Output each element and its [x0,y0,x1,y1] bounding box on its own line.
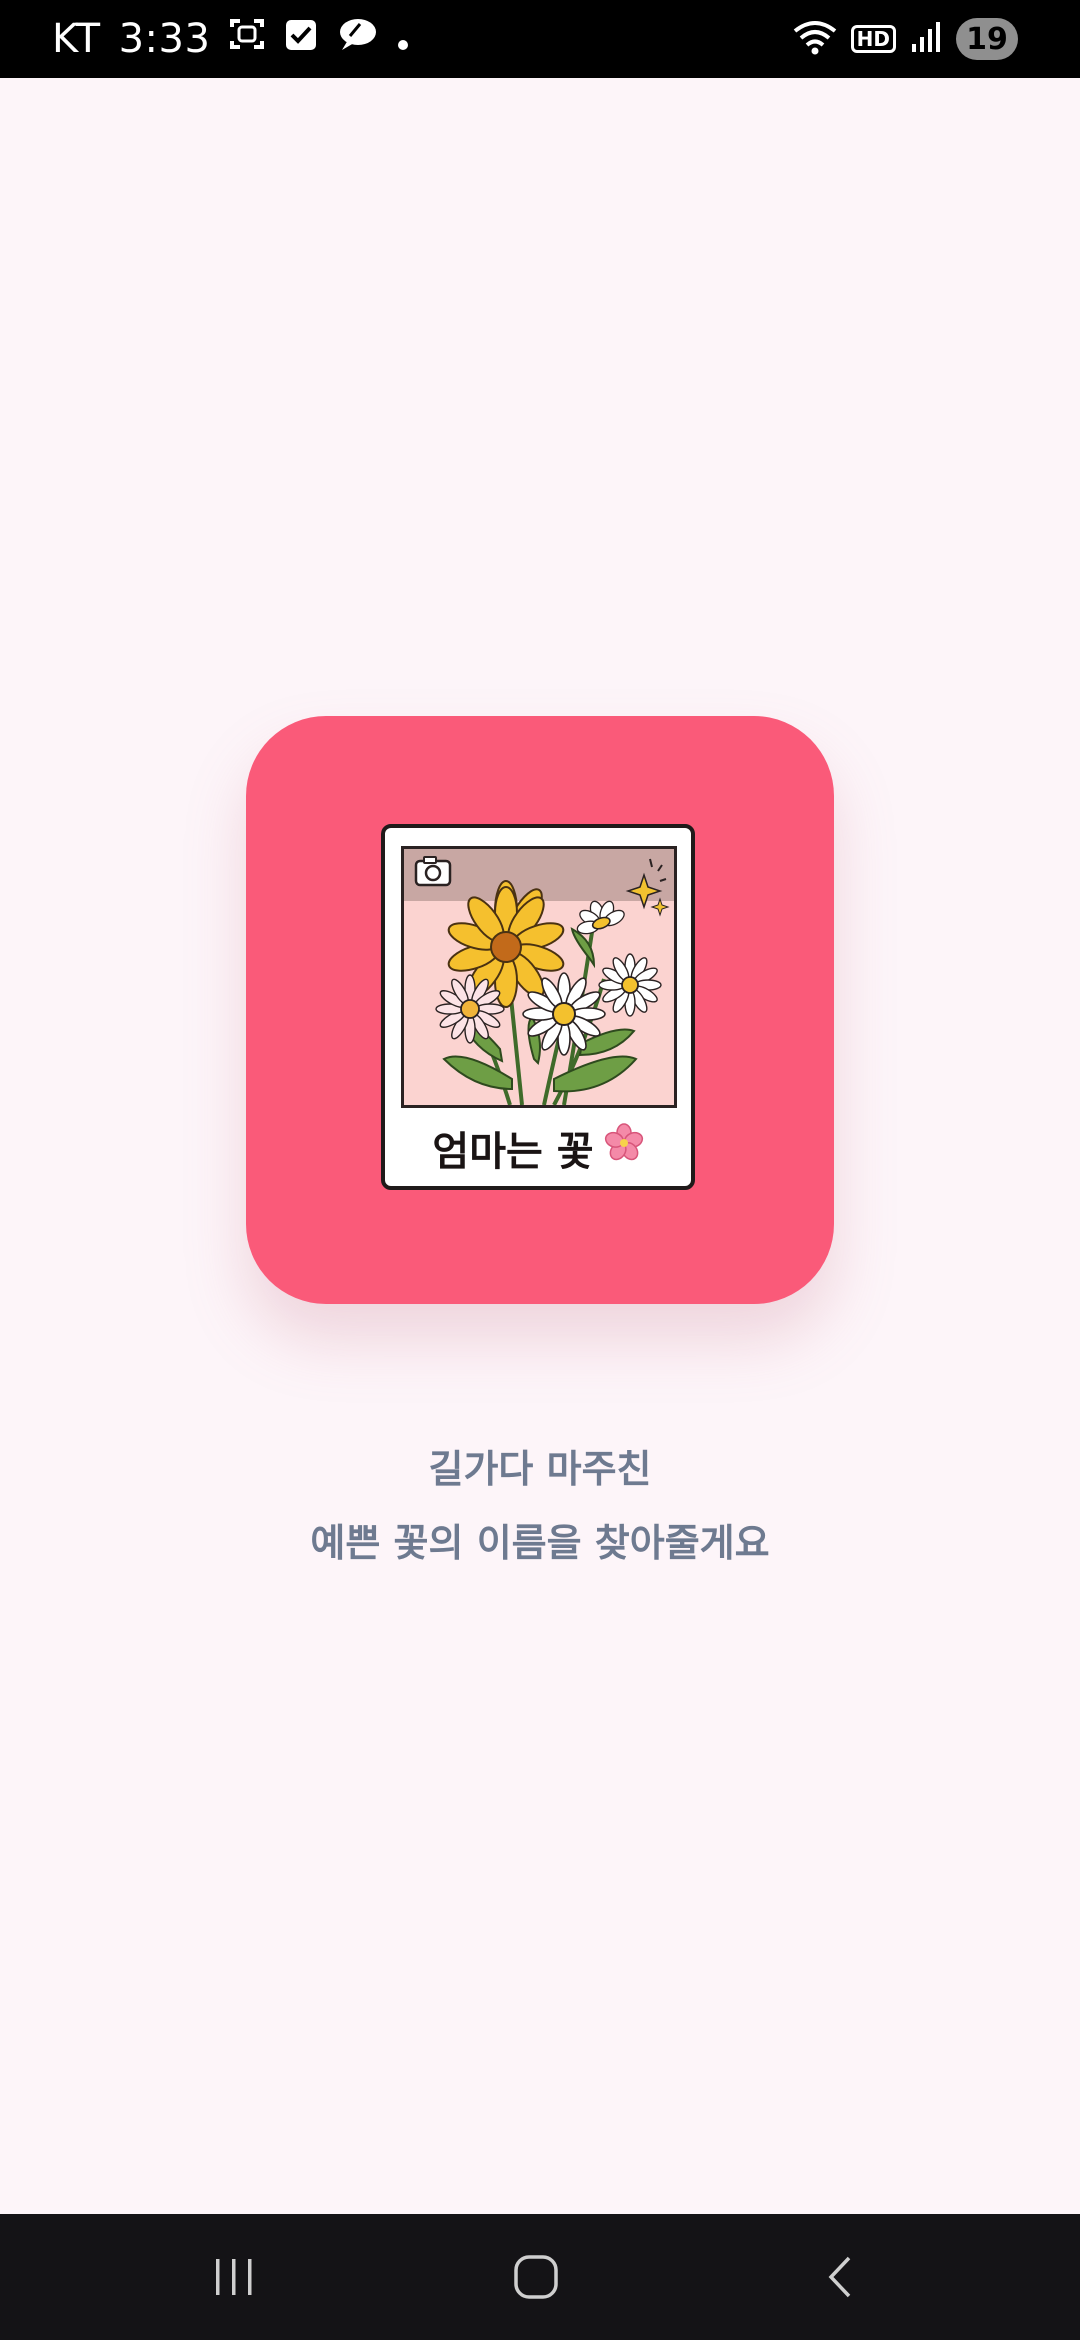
signal-icon [910,20,942,58]
home-button[interactable] [456,2214,616,2340]
flower-drawing [414,856,670,1105]
top-daisy [576,900,625,935]
clock-time: 3:33 [118,16,211,62]
cherry-blossom-icon [604,1123,644,1173]
status-right: HD 19 [793,0,1018,78]
pink-daisy [435,974,505,1044]
dot-icon [396,16,410,62]
back-button[interactable] [760,2214,920,2340]
recent-apps-icon [216,2259,252,2295]
carrier-label: KT [52,16,101,62]
talk-bubble-icon [336,16,378,62]
polaroid-frame: 엄마는 꽃 [381,824,695,1190]
system-nav-bar [0,2214,1080,2340]
recent-apps-button[interactable] [154,2214,314,2340]
hd-icon: HD [850,25,896,53]
home-icon [514,2255,558,2299]
camera-icon [414,856,452,887]
app-logo-text: 엄마는 꽃 [432,1129,594,1175]
sparkle-icon [625,858,670,917]
status-bar: KT 3:33 HD 19 [0,0,1080,78]
tagline-line-1: 길가다 마주친 [428,1447,652,1491]
status-left: KT 3:33 [52,0,410,78]
right-daisy [598,953,662,1017]
screenshot-icon [228,15,266,63]
polaroid-caption: 엄마는 꽃 [385,1118,691,1178]
back-icon [828,2256,851,2298]
wifi-icon [793,19,837,59]
tagline-line-2: 예쁜 꽃의 이름을 찾아줄게요 [310,1521,770,1565]
checkbox-icon [284,16,318,62]
app-logo: 엄마는 꽃 [246,716,834,1304]
battery-icon: 19 [956,18,1018,60]
flower-illustration [401,846,677,1108]
